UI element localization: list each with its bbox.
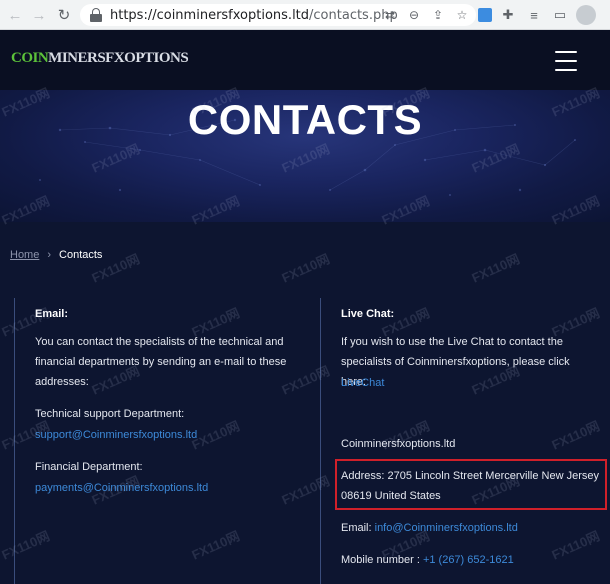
forward-arrow-icon[interactable]: → — [28, 4, 50, 26]
breadcrumb-current: Contacts — [59, 249, 103, 261]
translate-icon[interactable]: ⇄ — [382, 7, 398, 23]
mobile-number-label: Mobile number : — [341, 554, 420, 566]
email-section-title: Email: — [35, 308, 69, 320]
watermark-text: FX110网 — [469, 251, 522, 286]
mobile-number-row: Mobile number : +1 (267) 652-1621 — [341, 550, 514, 570]
page-title: CONTACTS — [187, 96, 423, 143]
site-header: COINMINERSFXOPTIONS — [0, 30, 610, 90]
side-panel-icon[interactable]: ▭ — [550, 4, 570, 26]
extension-icon[interactable] — [478, 8, 492, 22]
company-name: Coinminersfxoptions.ltd — [341, 438, 456, 450]
puzzle-extensions-icon[interactable]: ✚ — [498, 4, 518, 26]
hamburger-menu-icon[interactable] — [555, 51, 577, 71]
contact-email-label: Email: — [341, 522, 372, 534]
share-icon[interactable]: ⇪ — [430, 7, 446, 23]
live-chat-section: Live Chat: If you wish to use the Live C… — [320, 298, 610, 584]
financial-dept-label: Financial Department: — [35, 461, 143, 473]
lock-icon — [90, 8, 102, 22]
reload-icon[interactable]: ↻ — [53, 4, 75, 26]
contact-email-link[interactable]: info@Coinminersfxoptions.ltd — [375, 522, 518, 534]
mobile-number-link[interactable]: +1 (267) 652-1621 — [423, 554, 514, 566]
bookmark-star-icon[interactable]: ☆ — [454, 7, 470, 23]
logo-coin-text: COIN — [11, 50, 49, 66]
breadcrumb: Home › Contacts — [10, 249, 102, 261]
breadcrumb-separator: › — [47, 249, 52, 261]
site-logo[interactable]: COINMINERSFXOPTIONS — [11, 50, 189, 67]
tech-support-email-link[interactable]: support@Coinminersfxoptions.ltd — [35, 429, 197, 441]
browser-toolbar: ← → ↻ https://coinminersfxoptions.ltd/co… — [0, 0, 610, 30]
financial-dept-email-link[interactable]: payments@Coinminersfxoptions.ltd — [35, 482, 208, 494]
live-chat-section-title: Live Chat: — [341, 308, 395, 320]
email-section-description: You can contact the specialists of the t… — [35, 336, 287, 388]
reading-list-icon[interactable]: ≡ — [524, 4, 544, 26]
breadcrumb-home-link[interactable]: Home — [10, 249, 39, 261]
hero-banner: CONTACTS — [0, 90, 610, 222]
menu-dots-icon[interactable]: ⋮ — [602, 4, 610, 26]
live-chat-link[interactable]: LiveChat — [341, 377, 384, 389]
profile-avatar[interactable] — [576, 5, 596, 25]
logo-rest-text: MINERSFXOPTIONS — [48, 50, 189, 66]
contact-email-row: Email: info@Coinminersfxoptions.ltd — [341, 518, 518, 538]
watermark-text: FX110网 — [279, 251, 332, 286]
back-arrow-icon[interactable]: ← — [4, 4, 26, 26]
address-bar[interactable]: https://coinminersfxoptions.ltd/contacts… — [80, 4, 476, 26]
zoom-icon[interactable]: ⊖ — [406, 7, 422, 23]
company-address: Address: 2705 Lincoln Street Mercerville… — [341, 470, 600, 502]
email-section: Email: You can contact the specialists o… — [14, 298, 294, 584]
url-host: https://coinminersfxoptions.ltd — [110, 7, 310, 23]
tech-support-label: Technical support Department: — [35, 408, 185, 420]
